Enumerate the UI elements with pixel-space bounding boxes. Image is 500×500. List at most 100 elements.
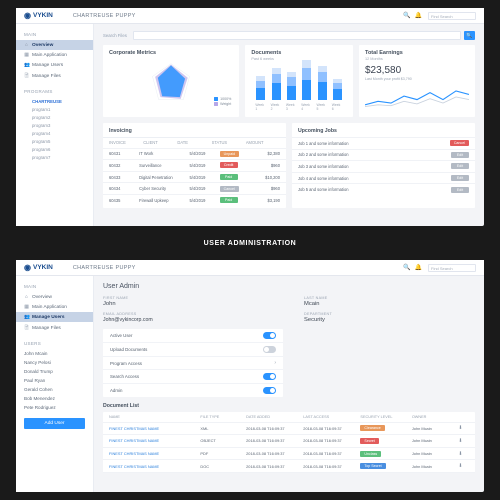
sidebar-item-overview[interactable]: ⌂Overview [16,40,93,50]
toggle-switch[interactable] [263,373,276,380]
sidebar-program-3[interactable]: program3 [16,121,93,129]
status-badge: Credit [220,162,238,168]
sidebar-user[interactable]: Bob Menendez [16,394,93,403]
brand-logo[interactable]: ◉VYKIN [24,263,53,272]
permission-toggle[interactable]: Active User [103,329,283,343]
permission-toggle[interactable]: Upload Documents [103,343,283,357]
sidebar-item-main-app[interactable]: ▦Main Application [16,50,93,60]
sidebar-item-main-app[interactable]: ▦Main Application [16,302,93,312]
brand-logo[interactable]: ◉VYKIN [24,11,53,20]
sidebar-item-overview[interactable]: ⌂Overview [16,292,93,302]
table-row[interactable]: 60435Firewall Upkeep5/4/2019Paid$3,190 [103,194,286,206]
field-label: LAST NAME [304,296,475,300]
permission-toggle[interactable]: Search Access [103,370,283,384]
chevron-right-icon: › [274,360,276,366]
table-row[interactable]: Job 4 and some informationEdit [292,172,475,184]
permission-toggles: Active UserUpload DocumentsProgram Acces… [103,329,283,397]
bar-column: Week 2 [271,68,282,111]
panel-title: Upcoming Jobs [292,128,475,137]
toggle-switch[interactable] [263,387,276,394]
project-title: CHARTREUSE PUPPY [73,265,136,271]
topbar-search[interactable]: Find Search [428,264,476,272]
table-row[interactable]: FINEST CHRISTMAS NAMEPDF2018-03-08 T16:0… [103,448,475,461]
download-icon[interactable]: ⬇ [452,451,469,457]
sidebar-program-0[interactable]: CHARTREUSE [16,97,93,105]
download-icon[interactable]: ⬇ [452,438,469,444]
sidebar-item-manage-files[interactable]: 🗎Manage Files [16,70,93,83]
add-user-button[interactable]: Add User [24,418,85,429]
sidebar-user[interactable]: John Mcain [16,349,93,358]
last-name-value: Mcain [304,301,475,307]
radar-chart [149,61,193,105]
brand-text: VYKIN [33,12,53,19]
sidebar-program-4[interactable]: program4 [16,129,93,137]
table-row[interactable]: 60433Digital Penetration5/4/2019Paid$10,… [103,171,286,183]
sidebar-user[interactable]: Gerald Cohen [16,385,93,394]
search-icon[interactable]: 🔍 [403,264,410,271]
sidebar-program-7[interactable]: program7 [16,153,93,161]
doc-name-link[interactable]: FINEST CHRISTMAS NAME [109,464,200,469]
search-files-input[interactable] [133,31,461,40]
email-value: John@vykincorp.com [103,317,274,323]
security-badge: Clearance [360,425,384,431]
sidebar-program-6[interactable]: program6 [16,145,93,153]
sidebar-program-2[interactable]: program2 [16,113,93,121]
status-badge[interactable]: Cancel [450,140,469,146]
sidebar-user[interactable]: Nancy Pelosi [16,358,93,367]
sidebar-program-5[interactable]: program5 [16,137,93,145]
notification-icon[interactable]: 🔔 [415,264,422,271]
security-badge: Top Secret [360,463,385,469]
toggle-switch[interactable] [263,346,276,353]
card-subtitle: 12 Months [365,57,469,61]
table-row[interactable]: 60434Cyber Security5/4/2019Cancel$960 [103,182,286,194]
table-row[interactable]: FINEST CHRISTMAS NAMEDOC2018-03-08 T16:0… [103,460,475,473]
permission-toggle[interactable]: Program Access› [103,357,283,370]
status-badge[interactable]: Edit [451,152,469,158]
status-badge[interactable]: Edit [451,163,469,169]
sidebar-item-manage-files[interactable]: 🗎Manage Files [16,322,93,335]
home-icon: ⌂ [24,43,29,48]
sidebar-section-main: MAIN [16,30,93,40]
sidebar-user[interactable]: Pete Rodriguez [16,403,93,412]
table-row[interactable]: Job 3 and some informationEdit [292,160,475,172]
download-icon[interactable]: ⬇ [452,425,469,431]
doc-name-link[interactable]: FINEST CHRISTMAS NAME [109,451,200,456]
field-label: DEPARTMENT [304,312,475,316]
bar-column: Week 5 [316,66,327,111]
sidebar-user[interactable]: Donald Trump [16,367,93,376]
search-submit-button[interactable]: 🔍 [464,31,475,40]
sidebar-program-1[interactable]: program1 [16,105,93,113]
table-row[interactable]: Job 5 and some informationEdit [292,183,475,195]
grid-icon: ▦ [24,53,29,58]
table-row[interactable]: 60431IT Work5/4/2019Unpaid$2,380 [103,148,286,160]
status-badge: Paid [220,197,238,203]
download-icon[interactable]: ⬇ [452,463,469,469]
table-row[interactable]: FINEST CHRISTMAS NAMEXML2018-03-08 T16:0… [103,423,475,436]
status-badge[interactable]: Edit [451,187,469,193]
status-badge[interactable]: Edit [451,175,469,181]
sidebar-user[interactable]: Paul Ryan [16,376,93,385]
doc-name-link[interactable]: FINEST CHRISTMAS NAME [109,438,200,443]
notification-icon[interactable]: 🔔 [415,12,422,19]
sidebar-item-manage-users[interactable]: 👥Manage Users [16,60,93,70]
card-title: Corporate Metrics [109,50,233,56]
sidebar-item-manage-users[interactable]: 👥Manage Users [16,312,93,322]
panel-invoicing: Invoicing INVOICECLIENTDATESTATUSAMOUNT6… [103,123,286,208]
earnings-sparkline [365,84,469,110]
permission-toggle[interactable]: Admin [103,384,283,397]
users-icon: 👥 [24,315,29,320]
first-name-value: John [103,301,274,307]
table-row[interactable]: Job 1 and some informationCancel [292,137,475,149]
table-row[interactable]: Job 2 and some informationEdit [292,149,475,161]
brand-text: VYKIN [33,264,53,271]
status-badge: Paid [220,174,238,180]
search-icon[interactable]: 🔍 [403,12,410,19]
topbar-search[interactable]: Find Search [428,12,476,20]
toggle-switch[interactable] [263,332,276,339]
dashboard-window: ◉VYKIN CHARTREUSE PUPPY 🔍 🔔 Find Search … [16,8,484,226]
doc-name-link[interactable]: FINEST CHRISTMAS NAME [109,426,200,431]
table-row[interactable]: FINEST CHRISTMAS NAMEOBJECT2018-03-08 T1… [103,435,475,448]
files-icon: 🗎 [24,325,29,333]
topbar: ◉VYKIN CHARTREUSE PUPPY 🔍 🔔 Find Search [16,260,484,276]
table-row[interactable]: 60432Surveillance5/4/2019Credit$960 [103,159,286,171]
